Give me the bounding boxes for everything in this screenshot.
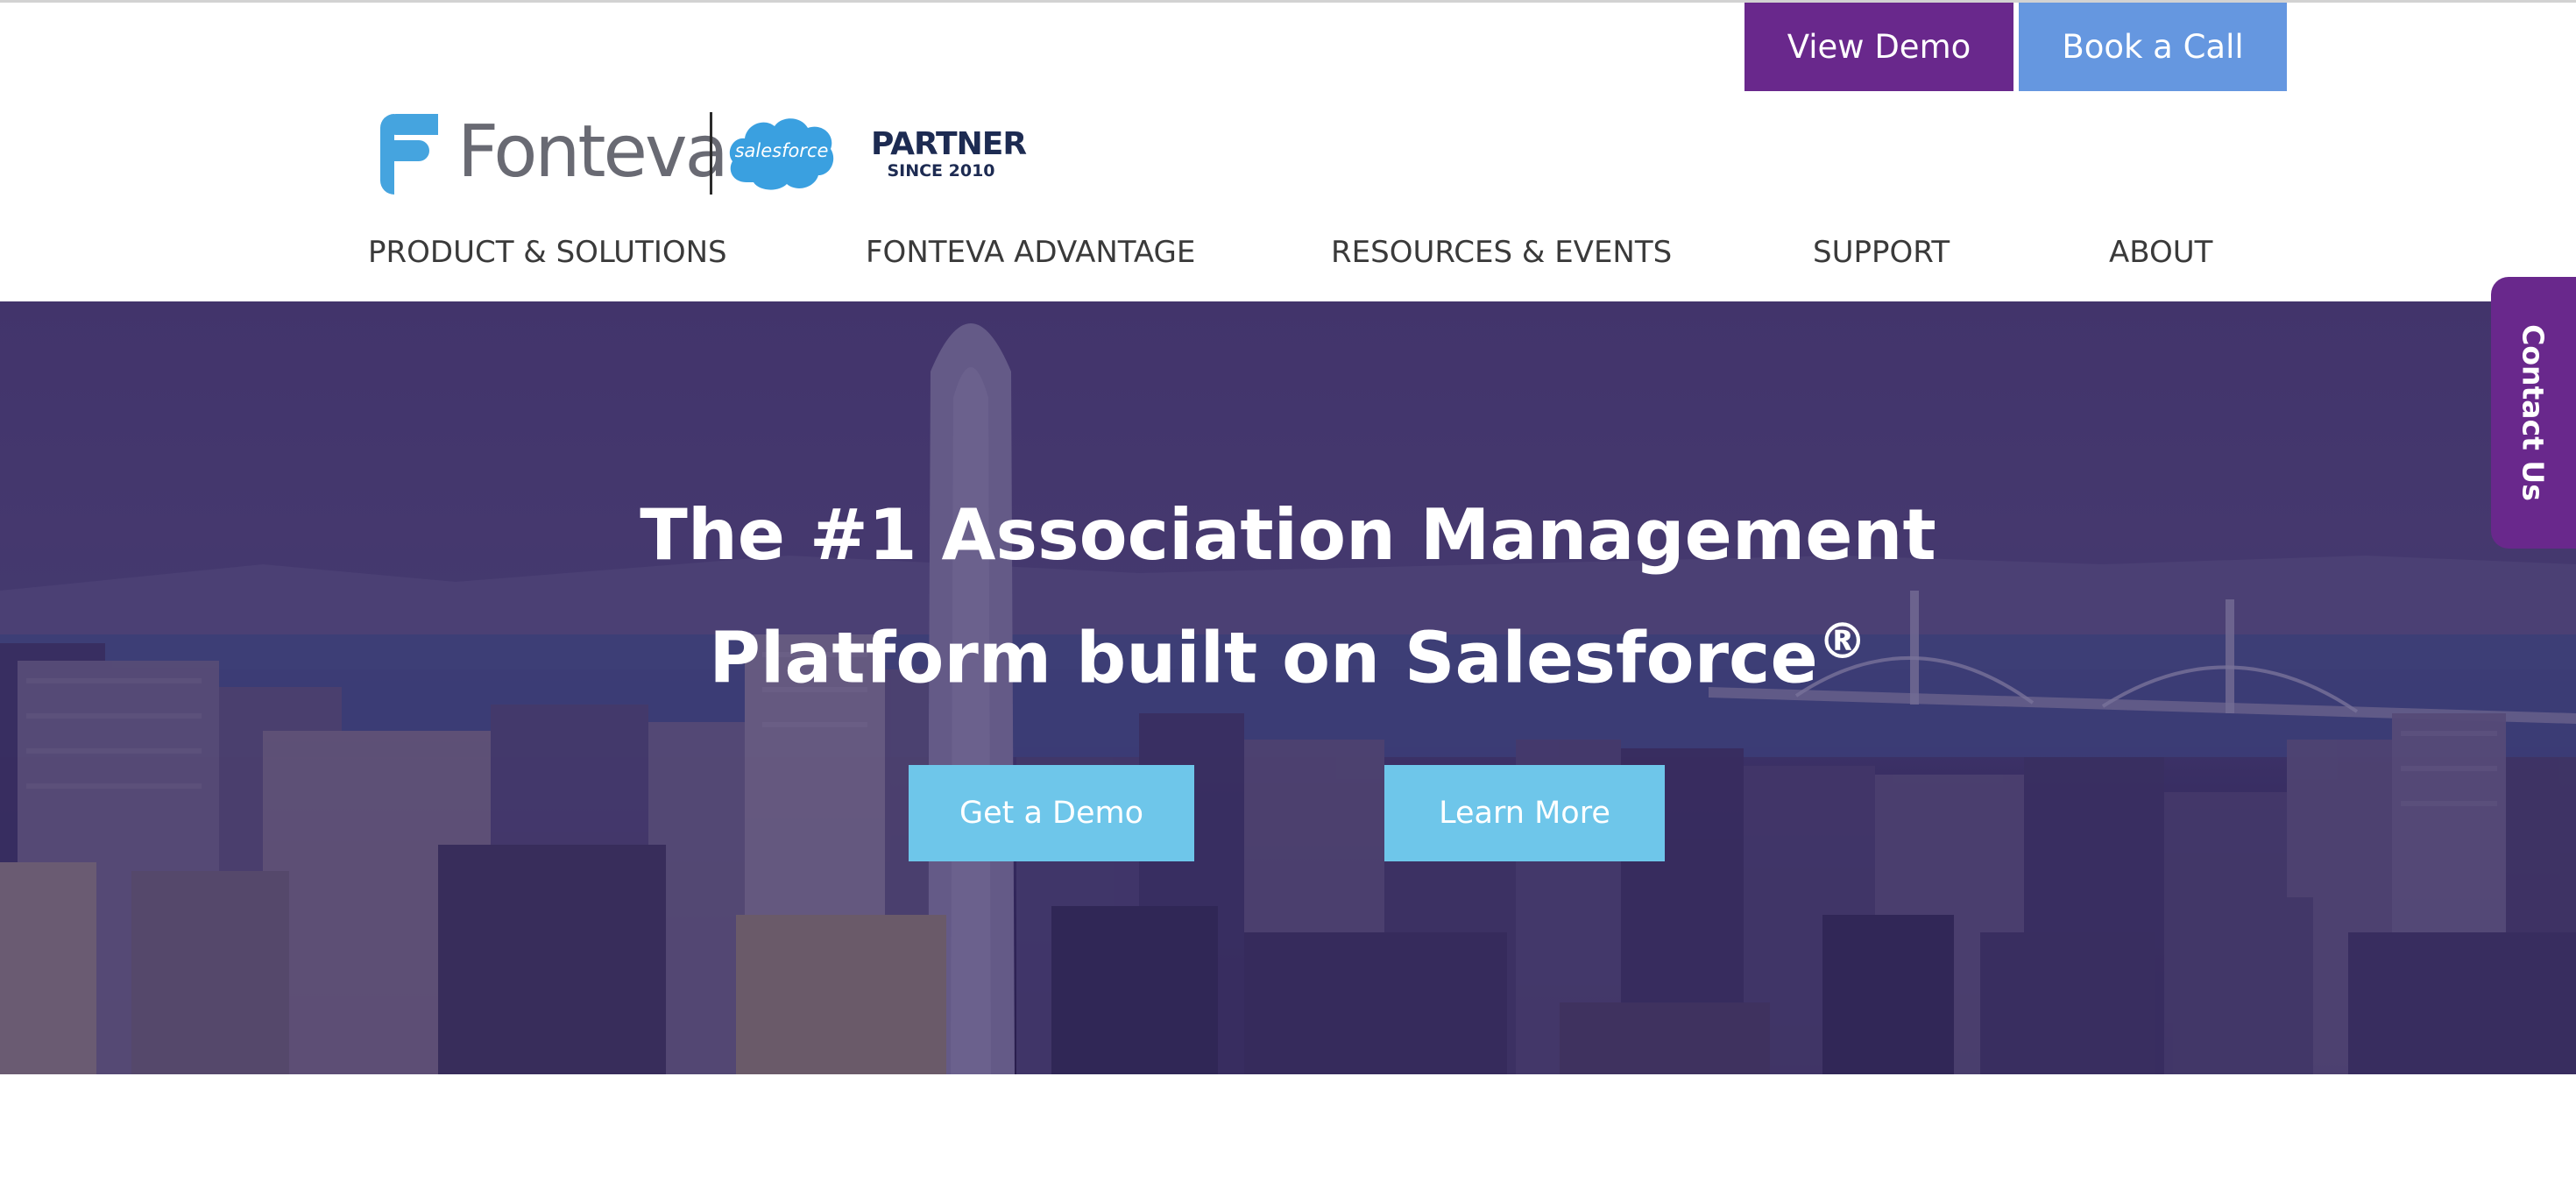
main-nav: PRODUCT & SOLUTIONS FONTEVA ADVANTAGE RE… <box>0 235 2576 286</box>
contact-us-label: Contact Us <box>2516 324 2551 501</box>
learn-more-button[interactable]: Learn More <box>1384 765 1665 861</box>
hero-headline-line-2: Platform built on Salesforce® <box>543 589 2033 712</box>
partner-badge: PARTNER SINCE 2010 <box>871 126 1027 181</box>
logo-wordmark: Fonteva <box>457 110 729 194</box>
salesforce-text: salesforce <box>734 140 829 161</box>
nav-item-product-solutions[interactable]: PRODUCT & SOLUTIONS <box>368 235 727 270</box>
nav-item-resources-events[interactable]: RESOURCES & EVENTS <box>1331 235 1672 270</box>
fonteva-f-logo-icon <box>380 114 438 195</box>
hero-headline: The #1 Association Management Platform b… <box>543 482 2033 712</box>
partner-label: PARTNER <box>871 126 1027 162</box>
nav-item-fonteva-advantage[interactable]: FONTEVA ADVANTAGE <box>866 235 1195 270</box>
logo-divider <box>710 112 712 195</box>
page: View Demo Book a Call Fonteva salesforce… <box>0 0 2576 1204</box>
get-demo-button[interactable]: Get a Demo <box>909 765 1194 861</box>
hero-banner: The #1 Association Management Platform b… <box>0 301 2576 1074</box>
hero-headline-line-2-text: Platform built on Salesforce <box>709 617 1818 699</box>
site-logo[interactable]: Fonteva salesforce PARTNER SINCE 2010 <box>380 107 1029 198</box>
contact-us-tab[interactable]: Contact Us <box>2491 277 2576 549</box>
hero-headline-line-1: The #1 Association Management <box>640 494 1936 576</box>
book-call-button[interactable]: Book a Call <box>2019 3 2287 91</box>
nav-item-about[interactable]: ABOUT <box>2109 235 2212 270</box>
registered-mark: ® <box>1817 613 1867 670</box>
nav-item-support[interactable]: SUPPORT <box>1813 235 1950 270</box>
view-demo-button[interactable]: View Demo <box>1744 3 2013 91</box>
partner-since: SINCE 2010 <box>887 161 995 181</box>
